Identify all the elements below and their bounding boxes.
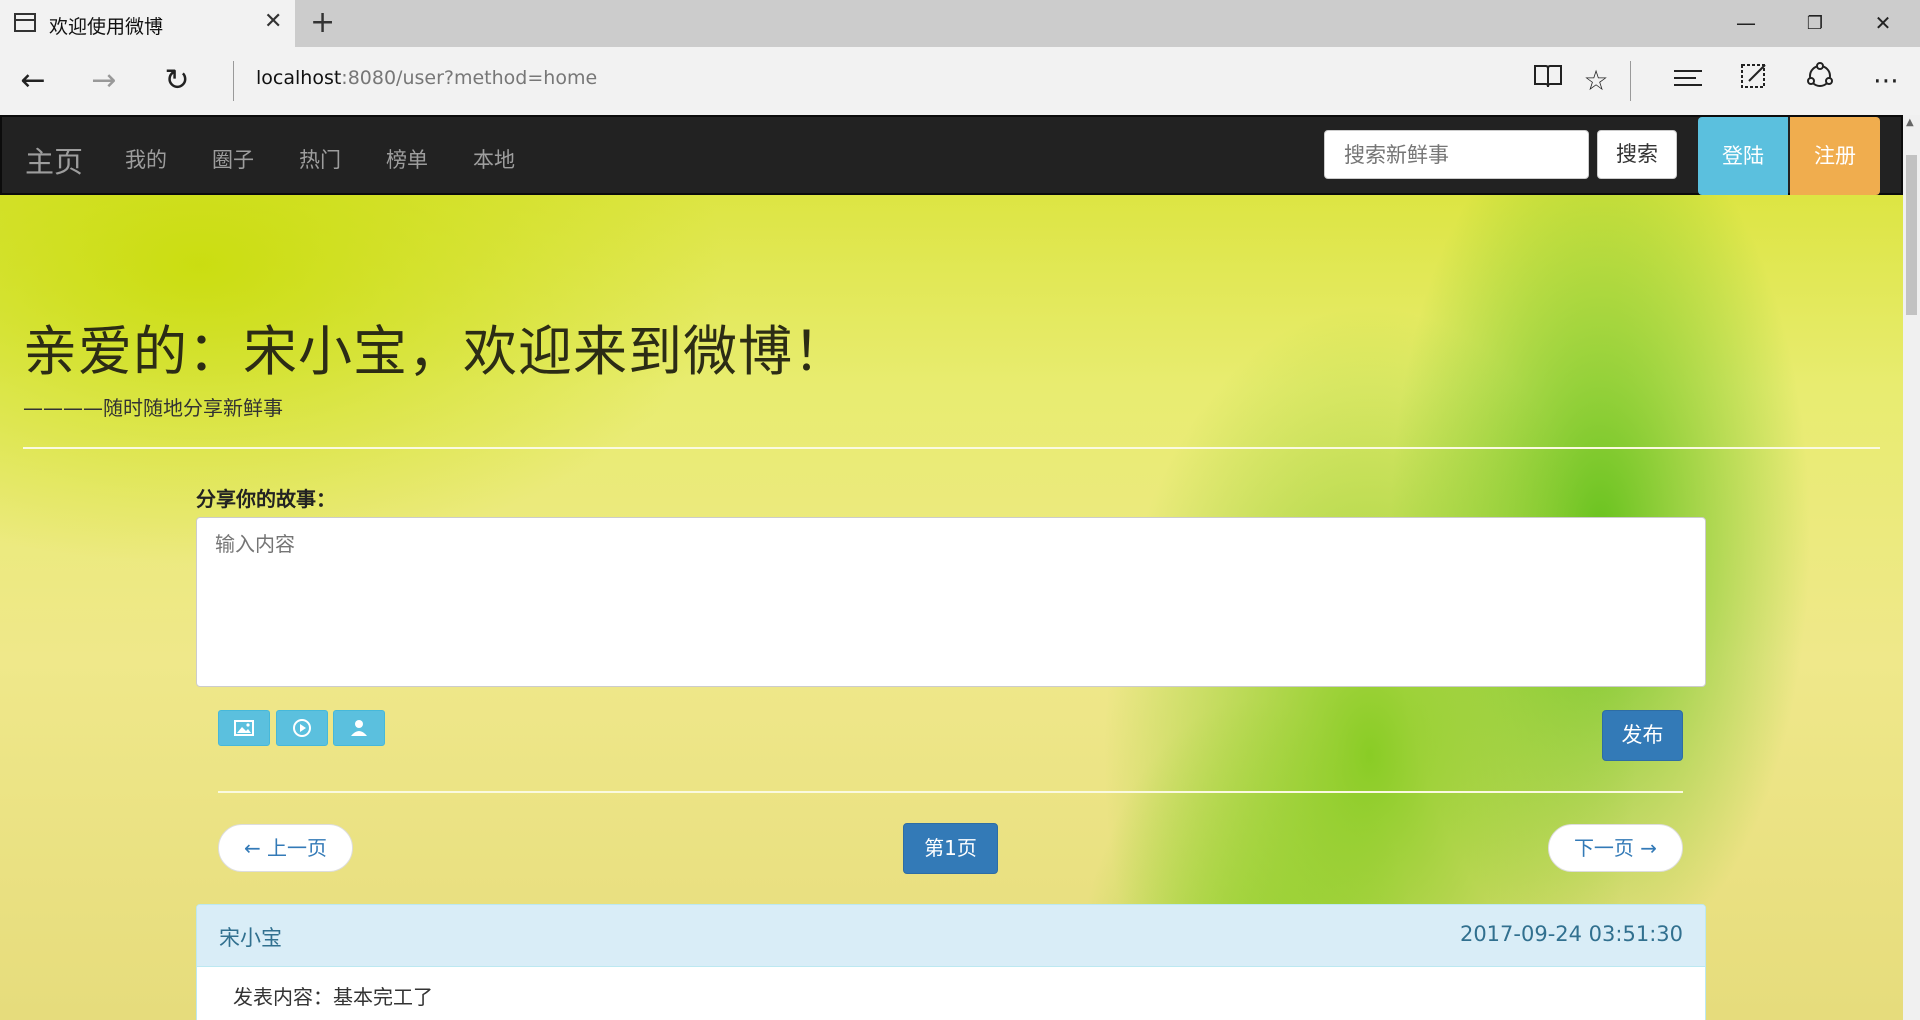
login-button[interactable]: 登陆: [1698, 117, 1788, 195]
web-note-icon[interactable]: [1734, 61, 1774, 101]
divider: [23, 447, 1880, 449]
post-timestamp: 2017-09-24 03:51:30: [1459, 922, 1683, 946]
restore-icon[interactable]: ❐: [1785, 0, 1845, 47]
browser-tab[interactable]: 欢迎使用微博 ✕: [0, 0, 295, 47]
welcome-headline: 亲爱的：宋小宝，欢迎来到微博！: [23, 320, 848, 383]
url-host: localhost: [256, 67, 342, 89]
post-heading: 宋小宝 2017-09-24 03:51:30: [197, 905, 1705, 967]
post-card: 宋小宝 2017-09-24 03:51:30 发表内容：基本完工了: [196, 904, 1706, 1020]
page-scrollbar[interactable]: ▲: [1903, 115, 1920, 1020]
address-bar: ← → ↻ localhost:8080/user?method=home ☆ …: [0, 47, 1920, 115]
page-viewport: 主页 我的 圈子 热门 榜单 本地 搜索 登陆 注册 亲爱的：宋小宝，欢迎来到微…: [0, 115, 1903, 1020]
post-content-textarea[interactable]: [196, 517, 1706, 687]
scrollbar-thumb[interactable]: [1906, 155, 1917, 315]
url-path: :8080/user?method=home: [341, 67, 598, 89]
minimize-icon[interactable]: —: [1716, 0, 1776, 47]
refresh-icon[interactable]: ↻: [157, 61, 197, 101]
video-icon: [293, 719, 311, 737]
nav-link-circles[interactable]: 圈子: [212, 144, 254, 174]
register-button[interactable]: 注册: [1790, 117, 1880, 195]
reading-view-icon[interactable]: [1528, 61, 1568, 101]
nav-link-mine[interactable]: 我的: [125, 144, 167, 174]
search-button[interactable]: 搜索: [1597, 130, 1677, 179]
user-icon: [351, 720, 367, 736]
browser-tab-strip: 欢迎使用微博 ✕ + — ❐ ✕: [0, 0, 1920, 47]
site-navbar: 主页 我的 圈子 热门 榜单 本地 搜索 登陆 注册: [0, 115, 1903, 195]
post-author[interactable]: 宋小宝: [219, 922, 282, 952]
back-icon[interactable]: ←: [13, 61, 53, 101]
mention-user-button[interactable]: [333, 710, 385, 746]
tab-title: 欢迎使用微博: [49, 16, 164, 38]
nav-link-ranking[interactable]: 榜单: [386, 144, 428, 174]
toolbar-separator: [1630, 61, 1631, 101]
nav-brand-home[interactable]: 主页: [25, 139, 83, 181]
share-icon[interactable]: [1800, 61, 1840, 101]
hub-icon[interactable]: [1668, 61, 1708, 101]
next-page-button[interactable]: 下一页 →: [1548, 824, 1683, 872]
scroll-up-icon[interactable]: ▲: [1906, 117, 1914, 128]
new-tab-icon[interactable]: +: [310, 6, 335, 40]
favorite-star-icon[interactable]: ☆: [1576, 61, 1616, 101]
publish-button[interactable]: 发布: [1602, 710, 1683, 761]
url-field[interactable]: localhost:8080/user?method=home: [256, 67, 597, 89]
divider: [218, 791, 1683, 793]
picture-icon: [234, 720, 254, 736]
nav-link-local[interactable]: 本地: [473, 144, 515, 174]
previous-page-button[interactable]: ← 上一页: [218, 824, 353, 872]
current-page-indicator[interactable]: 第1页: [903, 823, 998, 874]
close-tab-icon[interactable]: ✕: [264, 10, 282, 34]
page-tab-icon: [14, 13, 36, 32]
forward-icon[interactable]: →: [84, 61, 124, 101]
window-close-icon[interactable]: ✕: [1853, 0, 1913, 47]
search-input[interactable]: [1324, 130, 1589, 179]
address-separator: [233, 61, 234, 101]
add-picture-button[interactable]: [218, 710, 270, 746]
post-content: 发表内容：基本完工了: [233, 985, 433, 1009]
welcome-subline: ————随时随地分享新鲜事: [23, 396, 283, 420]
nav-link-hot[interactable]: 热门: [299, 144, 341, 174]
more-icon[interactable]: ⋯: [1866, 61, 1906, 101]
add-video-button[interactable]: [276, 710, 328, 746]
composer-label: 分享你的故事：: [196, 487, 336, 511]
